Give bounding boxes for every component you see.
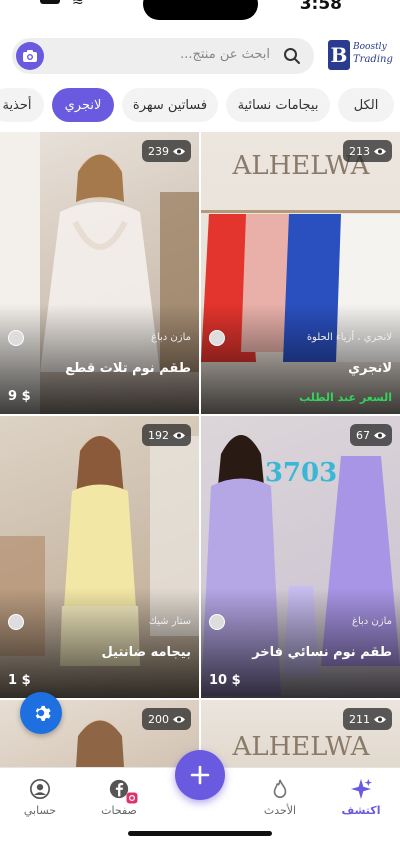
view-count-badge: 200 xyxy=(142,708,191,730)
notch xyxy=(143,0,258,20)
nav-explore[interactable]: اكتشف xyxy=(326,774,396,818)
view-count: 211 xyxy=(349,712,370,726)
view-count-badge: 239 xyxy=(142,140,191,162)
seller-avatar[interactable] xyxy=(209,614,225,630)
tab-evening-dresses[interactable]: فساتين سهرة xyxy=(122,88,218,122)
tab-shoes[interactable]: أحذية xyxy=(0,88,44,122)
product-title: طقم نوم نسائي فاخر xyxy=(252,645,392,660)
nav-pages-label: صفحات xyxy=(101,804,137,817)
price-on-request: السعر عند الطلب xyxy=(299,391,392,404)
settings-button[interactable] xyxy=(20,692,62,734)
view-count: 239 xyxy=(148,144,169,158)
bottom-nav: اكتشف الأحدث صفحات حسابي xyxy=(0,750,400,843)
seller-row[interactable]: لانجري ، أزياء الحلوة xyxy=(209,330,392,348)
status-bar: ≈ 3:58 xyxy=(0,0,400,30)
view-count-badge: 213 xyxy=(343,140,392,162)
eye-icon xyxy=(374,715,386,723)
nav-latest[interactable]: الأحدث xyxy=(245,774,315,818)
product-title: بيجامه ضانتيل xyxy=(101,645,191,660)
status-time: 3:58 xyxy=(299,0,342,14)
sparkle-icon xyxy=(350,778,372,800)
seller-name[interactable]: لانجري ، أزياء الحلوة xyxy=(307,332,392,343)
wifi-icon: ≈ xyxy=(72,0,84,10)
nav-latest-label: الأحدث xyxy=(263,804,297,817)
seller-name[interactable]: مازن دباغ xyxy=(151,332,191,343)
eye-icon xyxy=(173,715,185,723)
search-bar[interactable]: ابحث عن منتج... xyxy=(12,38,314,74)
header: ابحث عن منتج... B Boostly Trading xyxy=(0,38,400,76)
signal-icon xyxy=(40,0,60,4)
flame-icon xyxy=(273,779,287,798)
product-card[interactable]: 192 ستار شيك بيجامه ضانتيل 1 $ xyxy=(0,416,199,698)
view-count: 200 xyxy=(148,712,169,726)
search-input[interactable]: ابحث عن منتج... xyxy=(180,47,270,62)
seller-row[interactable]: ستار شيك xyxy=(8,614,191,632)
sign-text: ALHELWA xyxy=(232,732,371,762)
eye-icon xyxy=(173,431,185,439)
product-card[interactable]: ALHELWA 213 لانجري ، أزياء الحلوة لانجري… xyxy=(201,132,400,414)
gear-icon xyxy=(35,705,51,721)
view-count-badge: 192 xyxy=(142,424,191,446)
product-title: لانجري xyxy=(348,361,392,376)
tab-women-pajamas[interactable]: بيجامات نسائية xyxy=(226,88,330,122)
tab-lingerie[interactable]: لانجري xyxy=(52,88,114,122)
seller-avatar[interactable] xyxy=(8,330,24,346)
eye-icon xyxy=(173,147,185,155)
product-title: طقم نوم تلات قطع xyxy=(65,361,191,376)
view-count: 192 xyxy=(148,428,169,442)
nav-account-label: حسابي xyxy=(23,804,57,817)
nav-explore-label: اكتشف xyxy=(341,804,381,817)
app-logo[interactable]: B Boostly Trading xyxy=(328,40,393,72)
tab-all[interactable]: الكل xyxy=(338,88,394,122)
seller-row[interactable]: مازن دباغ xyxy=(209,614,392,632)
seller-avatar[interactable] xyxy=(8,614,24,630)
logo-text-line1: Boostly xyxy=(353,42,387,52)
category-tabs: الكل بيجامات نسائية فساتين سهرة لانجري أ… xyxy=(0,88,400,126)
add-product-button[interactable] xyxy=(175,750,225,800)
logo-mark: B xyxy=(328,40,350,70)
camera-search-button[interactable] xyxy=(16,42,44,70)
product-card[interactable]: 3703 67 مازن دباغ طقم نوم نسائي فاخر 10 … xyxy=(201,416,400,698)
plus-icon xyxy=(190,765,210,785)
seller-row[interactable]: مازن دباغ xyxy=(8,330,191,348)
view-count-badge: 211 xyxy=(343,708,392,730)
view-count: 213 xyxy=(349,144,370,158)
product-price: 10 $ xyxy=(209,673,241,688)
product-card[interactable]: ALHELWA 211 xyxy=(201,700,400,767)
seller-name[interactable]: مازن دباغ xyxy=(352,616,392,627)
product-price: 9 $ xyxy=(8,389,31,404)
nav-pages[interactable]: صفحات xyxy=(84,774,154,818)
overlay-number: 3703 xyxy=(265,458,337,488)
home-indicator xyxy=(128,831,272,836)
search-icon[interactable] xyxy=(282,46,302,66)
logo-text-line2: Trading xyxy=(353,54,393,65)
eye-icon xyxy=(374,147,386,155)
eye-icon xyxy=(374,431,386,439)
seller-name[interactable]: ستار شيك xyxy=(149,616,191,627)
view-count-badge: 67 xyxy=(350,424,392,446)
user-icon xyxy=(30,779,50,799)
nav-account[interactable]: حسابي xyxy=(5,774,75,818)
product-card[interactable]: 239 مازن دباغ طقم نوم تلات قطع 9 $ xyxy=(0,132,199,414)
view-count: 67 xyxy=(356,428,370,442)
product-price: 1 $ xyxy=(8,673,31,688)
camera-icon xyxy=(23,50,37,62)
seller-avatar[interactable] xyxy=(209,330,225,346)
instagram-icon xyxy=(126,792,138,804)
